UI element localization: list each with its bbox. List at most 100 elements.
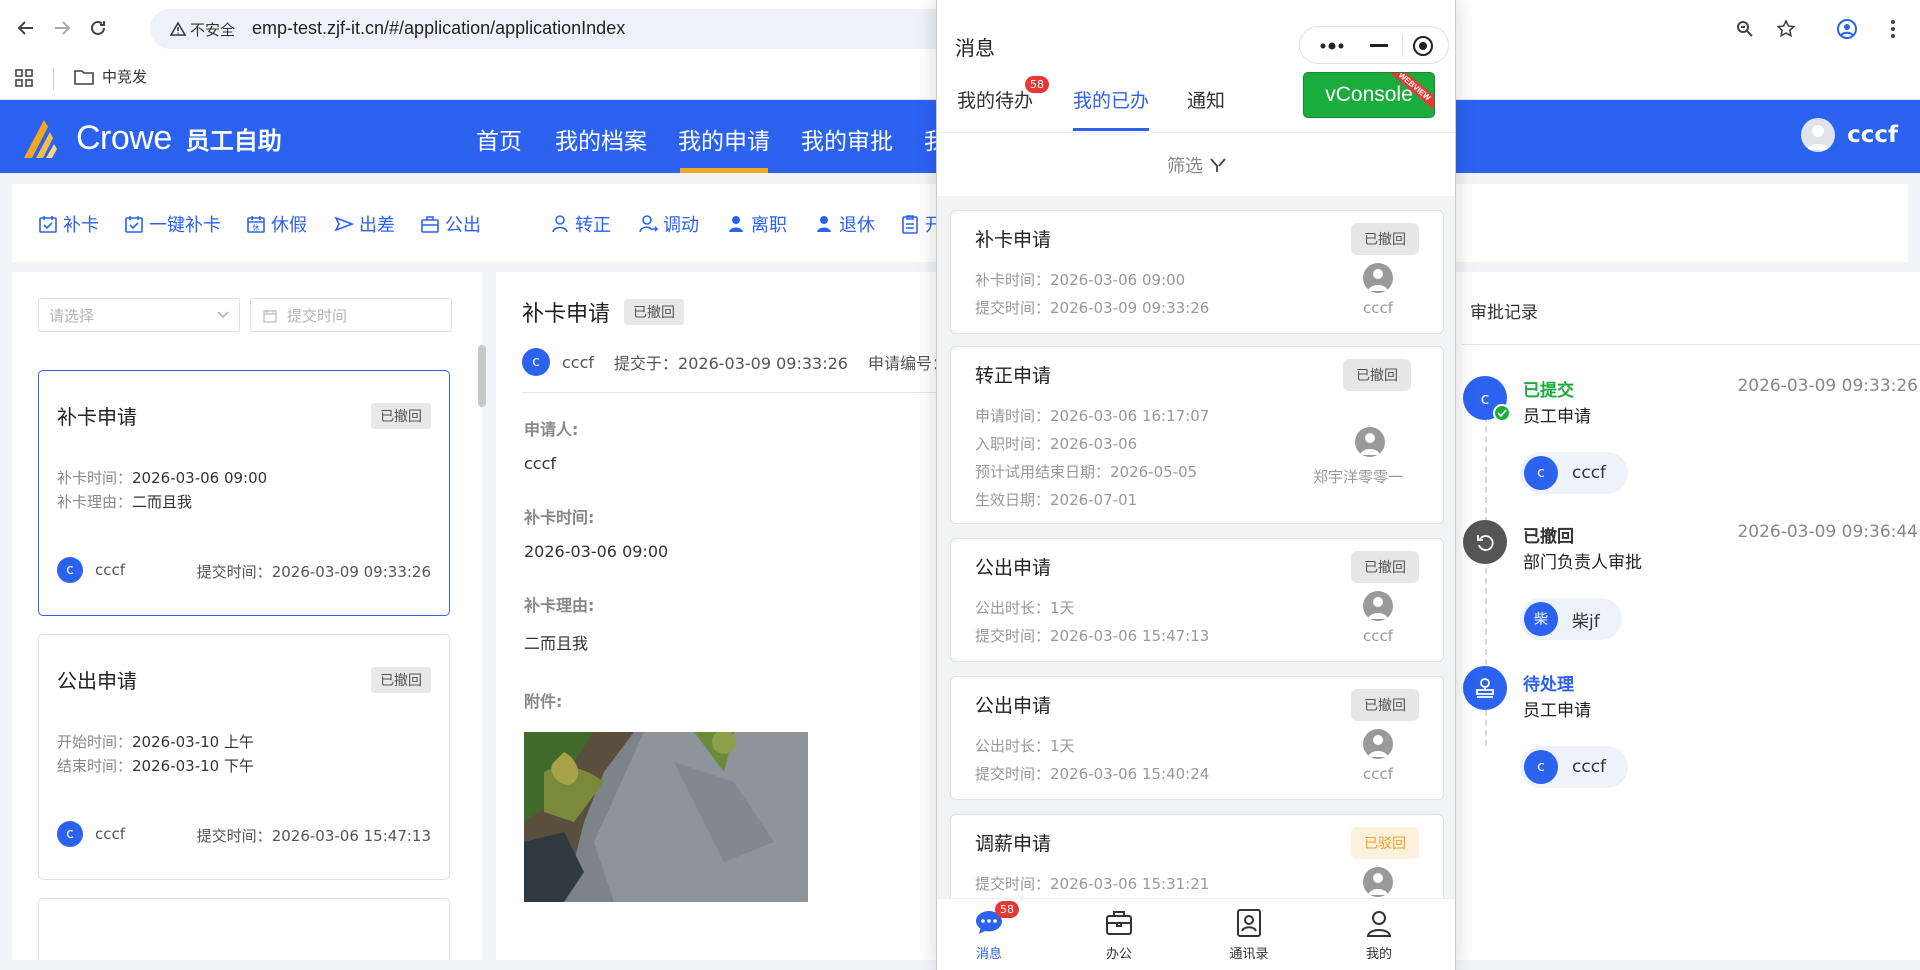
attachment-image[interactable] [524, 732, 808, 902]
bookmark-star-icon[interactable] [1773, 16, 1799, 42]
menu-kebab-icon[interactable] [1880, 16, 1906, 42]
divider [1402, 35, 1403, 57]
quick-one-click[interactable]: 一键补卡 [124, 211, 221, 237]
status-badge: 已撤回 [1351, 689, 1419, 721]
list-item[interactable]: 补卡申请 已撤回 补卡时间：2026-03-06 09:00 提交时间：2026… [950, 210, 1444, 334]
step-node: 员工申请 [1523, 701, 1591, 721]
more-dots-icon[interactable] [1312, 35, 1352, 57]
user-menu[interactable]: cccf [1801, 118, 1898, 152]
type-select[interactable]: 请选择 [38, 298, 240, 332]
tab-message[interactable]: 消息 [939, 907, 1039, 962]
vconsole-button[interactable]: vConsole WEBVIEW [1303, 72, 1435, 118]
date-filter-placeholder: 提交时间 [287, 306, 348, 325]
nav-home[interactable]: 首页 [476, 122, 522, 156]
divider [522, 392, 936, 393]
list-item[interactable]: 调薪申请 已驳回 提交时间：2026-03-06 15:31:21 [950, 814, 1444, 898]
divider [1462, 344, 1920, 345]
quick-transfer[interactable]: 调动 [638, 211, 699, 237]
back-icon[interactable] [12, 14, 40, 42]
card-submit-time: 提交时间：2026-03-09 09:33:26 [197, 561, 431, 582]
quick-retirement[interactable]: 退休 [814, 211, 875, 237]
profile-icon[interactable] [1834, 16, 1860, 42]
approver-chip: c cccf [1520, 452, 1629, 494]
approver-chip: c cccf [1520, 746, 1629, 788]
quick-business-trip-label: 出差 [359, 215, 395, 236]
submit-label: 提交时间： [196, 827, 272, 845]
calendar-icon [263, 310, 277, 323]
plane-icon [334, 216, 354, 232]
calendar-check-icon [125, 216, 143, 233]
quick-regularization-label: 转正 [575, 215, 611, 236]
filter-button[interactable]: 筛选 [1167, 152, 1227, 178]
status-badge: 已撤回 [371, 667, 431, 693]
item-line: 生效日期：2026-07-01 [975, 491, 1138, 509]
tab-contacts[interactable]: 通讯录 [1199, 907, 1299, 962]
card-line-label: 补卡理由： [57, 493, 133, 511]
security-indicator[interactable]: 不安全 [160, 14, 245, 44]
avatar [1363, 729, 1393, 759]
reload-icon[interactable] [84, 14, 112, 42]
card-user: c cccf [57, 821, 125, 847]
divider [937, 132, 1455, 133]
briefcase-icon [421, 216, 439, 233]
bookmark-folder-label: 中竞发 [102, 68, 148, 86]
card-user-name: cccf [95, 561, 126, 579]
applicant-label: 申请人: [524, 420, 579, 439]
approver-name: 柴jf [1572, 611, 1600, 632]
item-line: 公出时长：1天 [975, 737, 1075, 755]
applicant-value: cccf [524, 454, 557, 473]
message-badge: 58 [995, 901, 1019, 918]
quick-clockin[interactable]: 补卡 [38, 211, 99, 237]
item-title: 调薪申请 [975, 833, 1052, 855]
list-item[interactable]: 转正申请 已撤回 申请时间：2026-03-06 16:17:07 入职时间：2… [950, 346, 1444, 524]
avatar: 柴 [1524, 602, 1558, 636]
application-card[interactable]: 公出申请 已撤回 开始时间：2026-03-10 上午 结束时间：2026-03… [38, 634, 450, 880]
close-target-icon[interactable] [1408, 33, 1438, 59]
quick-business-trip[interactable]: 出差 [334, 211, 395, 237]
tab-message-label: 消息 [975, 947, 1002, 962]
user-transfer-icon [639, 215, 658, 233]
logo[interactable]: Crowe 员工自助 [22, 116, 282, 160]
avatar [1363, 263, 1393, 293]
quick-regularization[interactable]: 转正 [550, 211, 611, 237]
avatar [1801, 118, 1836, 152]
tab-office[interactable]: 办公 [1069, 907, 1169, 962]
item-title: 转正申请 [975, 365, 1052, 387]
url-text[interactable]: emp-test.zjf-it.cn/#/application/applica… [252, 18, 625, 39]
user-icon [552, 215, 568, 233]
date-filter[interactable]: 提交时间 [250, 298, 452, 332]
tab-done[interactable]: 我的已办 [1073, 86, 1149, 113]
nav-profile[interactable]: 我的档案 [555, 122, 647, 156]
time-value: 2026-03-06 09:00 [524, 542, 669, 561]
miniprogram-capsule [1299, 26, 1449, 64]
nav-my-applications[interactable]: 我的申请 [678, 122, 770, 156]
item-line: 申请时间：2026-03-06 16:17:07 [975, 407, 1210, 425]
application-card[interactable] [38, 898, 450, 960]
card-line: 结束时间：2026-03-10 下午 [57, 755, 254, 776]
forward-icon[interactable] [48, 14, 76, 42]
zoom-icon[interactable] [1732, 16, 1758, 42]
avatar: c [57, 821, 83, 847]
undo-icon [1463, 520, 1507, 564]
submit-label: 提交时间： [196, 563, 272, 581]
done-list: 补卡申请 已撤回 补卡时间：2026-03-06 09:00 提交时间：2026… [937, 196, 1455, 898]
tab-mine[interactable]: 我的 [1329, 907, 1429, 962]
scrollbar-thumb[interactable] [478, 345, 486, 407]
card-line-value: 2026-03-10 上午 [132, 733, 254, 751]
quick-outing[interactable]: 公出 [420, 211, 481, 237]
quick-leave[interactable]: 休 休假 [246, 211, 307, 237]
quick-resignation[interactable]: 离职 [726, 211, 787, 237]
nav-my-approvals[interactable]: 我的审批 [801, 122, 893, 156]
status-badge: 已撤回 [1343, 359, 1411, 391]
list-item[interactable]: 公出申请 已撤回 公出时长：1天 提交时间：2026-03-06 15:40:2… [950, 676, 1444, 800]
apps-grid-icon[interactable] [14, 68, 34, 88]
card-user-name: cccf [95, 825, 126, 843]
bookmark-folder[interactable]: 中竞发 [74, 66, 147, 87]
avatar: c [522, 348, 550, 376]
list-item[interactable]: 公出申请 已撤回 公出时长：1天 提交时间：2026-03-06 15:47:1… [950, 538, 1444, 662]
minimize-icon[interactable] [1360, 35, 1398, 57]
briefcase-icon [1106, 911, 1132, 935]
tab-todo[interactable]: 我的待办 [957, 86, 1033, 113]
application-card[interactable]: 补卡申请 已撤回 补卡时间：2026-03-06 09:00 补卡理由：二而且我… [38, 370, 450, 616]
tab-notice[interactable]: 通知 [1187, 86, 1225, 113]
